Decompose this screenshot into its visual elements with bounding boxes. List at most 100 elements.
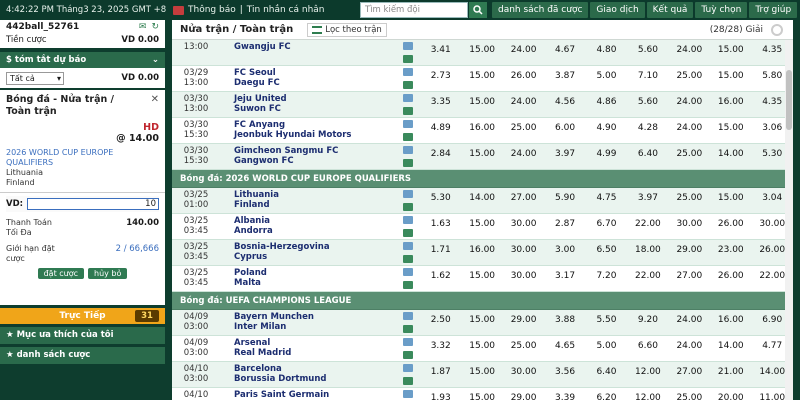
tab-help[interactable]: Trợ giúp [749,2,798,18]
odds-cell[interactable]: 29.00 [669,240,710,265]
odds-cell[interactable]: 6.00 [544,118,585,143]
odds-cell[interactable]: 6.20 [586,388,627,400]
odds-cell[interactable]: 14.00 [461,188,502,213]
odds-cell[interactable]: 2.50 [420,310,461,335]
odds-cell[interactable]: 4.99 [586,144,627,169]
refresh-icon[interactable]: ↻ [151,22,159,32]
odds-cell[interactable]: 25.00 [503,336,544,361]
odds-cell[interactable]: 6.40 [586,362,627,387]
odds-cell[interactable]: 12.00 [627,362,668,387]
place-bet-button[interactable]: đặt cược [37,268,85,279]
odds-cell[interactable]: 4.86 [586,92,627,117]
notice-link[interactable]: Thông báo [188,5,236,15]
odds-cell[interactable]: 30.00 [503,266,544,291]
odds-cell[interactable]: 24.00 [503,40,544,65]
stats-icon[interactable] [403,190,413,199]
odds-cell[interactable]: 24.00 [669,310,710,335]
odds-cell[interactable]: 15.00 [461,310,502,335]
search-input[interactable]: Tìm kiếm đội [360,2,468,18]
live-tv-icon[interactable] [403,280,413,289]
odds-cell[interactable]: 14.00 [710,144,751,169]
odds-cell[interactable]: 6.40 [627,144,668,169]
odds-cell[interactable]: 15.00 [461,40,502,65]
scrollbar[interactable] [785,40,793,400]
odds-cell[interactable]: 16.00 [710,92,751,117]
stats-icon[interactable] [403,42,413,51]
stats-icon[interactable] [403,216,413,225]
stats-icon[interactable] [403,390,413,399]
tab-bet-list[interactable]: danh sách đã cược [492,2,589,18]
odds-cell[interactable]: 6.50 [586,240,627,265]
live-tv-icon[interactable] [403,228,413,237]
odds-cell[interactable]: 15.00 [461,362,502,387]
messages-link[interactable]: Tin nhắn cá nhân [247,5,325,15]
filter-button[interactable]: Lọc theo trận [307,22,387,37]
odds-cell[interactable]: 5.00 [586,336,627,361]
odds-cell[interactable]: 24.00 [503,92,544,117]
odds-cell[interactable]: 18.00 [627,240,668,265]
odds-cell[interactable]: 6.70 [586,214,627,239]
stats-icon[interactable] [403,120,413,129]
odds-cell[interactable]: 15.00 [710,188,751,213]
odds-cell[interactable]: 15.00 [461,144,502,169]
odds-cell[interactable]: 1.87 [420,362,461,387]
stats-icon[interactable] [403,68,413,77]
odds-cell[interactable]: 26.00 [503,66,544,91]
live-tv-icon[interactable] [403,80,413,89]
odds-cell[interactable]: 1.93 [420,388,461,400]
odds-cell[interactable]: 5.50 [586,310,627,335]
odds-cell[interactable]: 3.00 [544,240,585,265]
search-button[interactable] [469,2,487,18]
odds-cell[interactable]: 3.97 [544,144,585,169]
stats-icon[interactable] [403,364,413,373]
odds-cell[interactable]: 1.62 [420,266,461,291]
odds-cell[interactable]: 15.00 [461,336,502,361]
odds-cell[interactable]: 27.00 [669,266,710,291]
live-tv-icon[interactable] [403,158,413,167]
cancel-button[interactable]: hủy bỏ [88,268,128,279]
live-tv-icon[interactable] [403,350,413,359]
odds-cell[interactable]: 3.97 [627,188,668,213]
odds-cell[interactable]: 26.00 [710,214,751,239]
odds-cell[interactable]: 3.39 [544,388,585,400]
odds-cell[interactable]: 12.00 [627,388,668,400]
odds-cell[interactable]: 7.20 [586,266,627,291]
odds-cell[interactable]: 15.00 [461,92,502,117]
odds-cell[interactable]: 6.60 [627,336,668,361]
odds-cell[interactable]: 5.60 [627,92,668,117]
league-header[interactable]: Bóng đá: UEFA CHAMPIONS LEAGUE [172,292,793,310]
filter-select[interactable]: Tất cả [6,71,64,85]
odds-cell[interactable]: 15.00 [461,214,502,239]
odds-cell[interactable]: 29.00 [503,388,544,400]
odds-cell[interactable]: 25.00 [669,188,710,213]
tab-transactions[interactable]: Giao dịch [590,2,645,18]
odds-cell[interactable]: 22.00 [627,266,668,291]
odds-cell[interactable]: 1.63 [420,214,461,239]
odds-cell[interactable]: 3.35 [420,92,461,117]
odds-cell[interactable]: 3.87 [544,66,585,91]
odds-cell[interactable]: 24.00 [669,336,710,361]
odds-cell[interactable]: 24.00 [503,144,544,169]
odds-cell[interactable]: 4.56 [544,92,585,117]
chevron-down-icon[interactable]: ⌄ [152,52,159,68]
odds-cell[interactable]: 4.67 [544,40,585,65]
odds-cell[interactable]: 25.00 [669,388,710,400]
live-button[interactable]: Trực Tiếp 31 [0,308,165,324]
odds-cell[interactable]: 3.41 [420,40,461,65]
odds-cell[interactable]: 5.60 [627,40,668,65]
odds-cell[interactable]: 15.00 [461,388,502,400]
odds-cell[interactable]: 1.71 [420,240,461,265]
stake-input[interactable]: 10 [27,198,159,210]
live-tv-icon[interactable] [403,54,413,63]
odds-cell[interactable]: 30.00 [503,240,544,265]
menu-favorites[interactable]: ★ Mục ưa thích của tôi [0,327,165,344]
odds-cell[interactable]: 16.00 [461,118,502,143]
stats-icon[interactable] [403,146,413,155]
odds-cell[interactable]: 15.00 [461,66,502,91]
odds-cell[interactable]: 15.00 [461,266,502,291]
odds-cell[interactable]: 25.00 [503,118,544,143]
stats-icon[interactable] [403,338,413,347]
stats-icon[interactable] [403,242,413,251]
odds-cell[interactable]: 3.88 [544,310,585,335]
odds-cell[interactable]: 7.10 [627,66,668,91]
